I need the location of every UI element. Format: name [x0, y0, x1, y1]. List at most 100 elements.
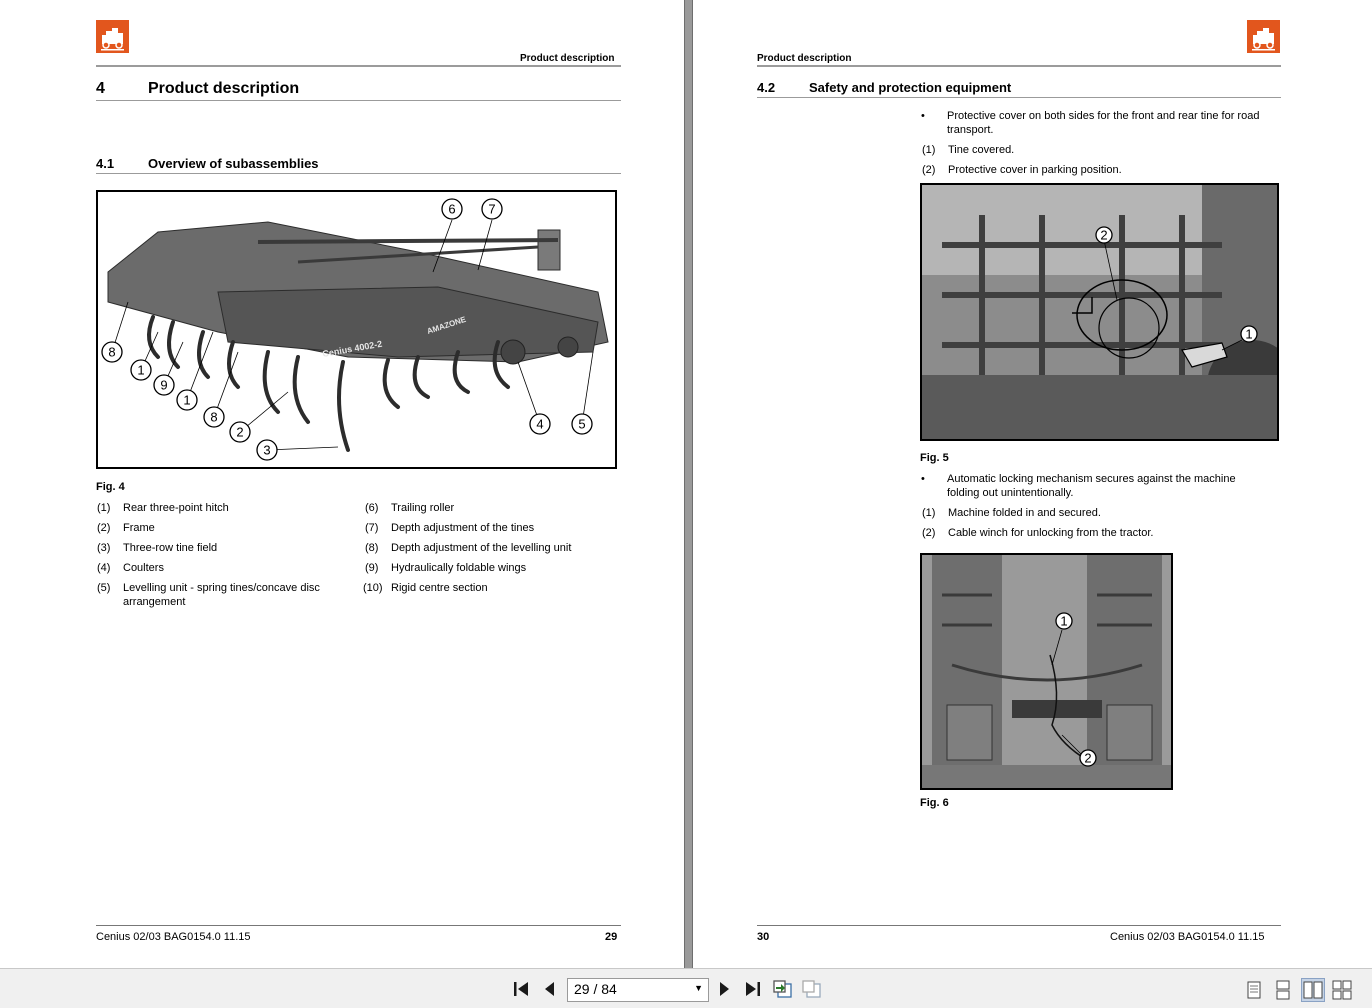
callout-9: 9: [153, 374, 175, 396]
callout-8: 8: [203, 406, 225, 428]
bullet-text: Protective cover on both sides for the f…: [947, 110, 1260, 136]
chevron-down-icon[interactable]: ▼: [694, 983, 703, 993]
callout-5: 5: [571, 413, 593, 435]
prev-page-icon[interactable]: [538, 977, 562, 1001]
page-gutter: [684, 0, 693, 968]
figure-5-caption: Fig. 5: [920, 452, 949, 464]
amazone-logo: [96, 20, 129, 53]
figure-4: Cenius 4002-2 AMAZONE 8 1 9 1 8 2 3 6 7 …: [96, 190, 617, 469]
callout-7: 7: [481, 198, 503, 220]
svg-text:1: 1: [1245, 327, 1252, 342]
bullet-text: Automatic locking mechanism secures agai…: [947, 473, 1236, 499]
single-page-view-icon[interactable]: [1242, 978, 1266, 1002]
svg-text:2: 2: [1084, 751, 1091, 766]
footer-doc-id: Cenius 02/03 BAG0154.0 11.15: [96, 931, 251, 943]
legend-text: Levelling unit - spring tines/concave di…: [123, 582, 320, 608]
svg-text:2: 2: [236, 425, 243, 440]
legend-number: (5): [97, 582, 111, 594]
svg-text:4: 4: [536, 417, 543, 432]
footer-page-number: 29: [605, 931, 618, 943]
figure-6: 12: [920, 553, 1173, 790]
page-number-input[interactable]: 29 / 84 ▼: [567, 978, 709, 1002]
page-29: Product description 4 Product descriptio…: [0, 0, 684, 968]
copy-disabled-icon[interactable]: [800, 977, 824, 1001]
legend-number: (2): [97, 522, 111, 534]
section-number: 4.2: [757, 80, 776, 95]
svg-text:8: 8: [108, 345, 115, 360]
next-page-icon[interactable]: [712, 977, 736, 1001]
legend-number: (8): [365, 542, 379, 554]
callout-1: 1: [176, 389, 198, 411]
figure-4-callouts: 8 1 9 1 8 2 3 6 7 4 5: [101, 198, 593, 461]
callout-2: 2: [1095, 226, 1113, 244]
chapter-number: 4: [96, 80, 105, 97]
amazone-logo: [1247, 20, 1280, 53]
svg-text:9: 9: [160, 378, 167, 393]
figure-5-callouts: 21: [1095, 226, 1258, 343]
callout-4: 4: [529, 413, 551, 435]
legend-text: Three-row tine field: [123, 542, 218, 554]
callout-1: 1: [130, 359, 152, 381]
footer-doc-id: Cenius 02/03 BAG0154.0 11.15: [1110, 931, 1265, 943]
legend-text: Depth adjustment of the tines: [391, 522, 535, 534]
callout-3: 3: [256, 439, 278, 461]
copy-icon[interactable]: [771, 977, 795, 1001]
legend-text: Trailing roller: [391, 502, 455, 514]
figure-4-caption: Fig. 4: [96, 481, 125, 493]
svg-text:6: 6: [448, 202, 455, 217]
section-title: Overview of subassemblies: [148, 156, 319, 171]
callout-8: 8: [101, 341, 123, 363]
section-rule: [757, 97, 1281, 98]
svg-text:2: 2: [1100, 228, 1107, 243]
svg-text:1: 1: [1060, 614, 1067, 629]
chapter-title: Product description: [148, 80, 300, 97]
legend-text: Depth adjustment of the levelling unit: [391, 542, 572, 554]
figure-5: 21: [920, 183, 1279, 441]
svg-text:1: 1: [183, 393, 190, 408]
legend-number: (3): [97, 542, 111, 554]
svg-text:5: 5: [578, 417, 585, 432]
legend-number: (9): [365, 562, 379, 574]
section-rule: [96, 173, 621, 174]
pdf-viewer: Product description 4 Product descriptio…: [0, 0, 1372, 1008]
callout-6: 6: [441, 198, 463, 220]
callout-1: 1: [1240, 325, 1258, 343]
legend-number: (7): [365, 522, 379, 534]
legend-number: (1): [97, 502, 111, 514]
svg-text:3: 3: [263, 443, 270, 458]
first-page-icon[interactable]: [509, 977, 533, 1001]
svg-text:1: 1: [137, 363, 144, 378]
figure-6-caption: Fig. 6: [920, 797, 949, 809]
footer-rule: [96, 925, 621, 926]
page-30: Product description 4.2 Safety and prote…: [693, 0, 1372, 968]
two-page-continuous-view-icon[interactable]: [1330, 978, 1354, 1002]
section-title: Safety and protection equipment: [809, 80, 1012, 95]
header-rule: [96, 65, 621, 67]
section-number: 4.1: [96, 156, 115, 171]
footer-page-number: 30: [757, 931, 770, 943]
chapter-rule: [96, 100, 621, 101]
footer-rule: [757, 925, 1281, 926]
legend-text: Hydraulically foldable wings: [391, 562, 527, 574]
legend-number: (4): [97, 562, 111, 574]
svg-text:7: 7: [488, 202, 495, 217]
figure-6-callouts: 12: [1055, 612, 1097, 767]
continuous-view-icon[interactable]: [1271, 978, 1295, 1002]
running-header: Product description: [520, 53, 615, 64]
legend-text: Coulters: [123, 562, 164, 574]
svg-text:8: 8: [210, 410, 217, 425]
header-rule: [757, 65, 1281, 67]
legend-number: (6): [365, 502, 379, 514]
legend-text: Rigid centre section: [391, 582, 488, 594]
legend-number: (10): [363, 582, 383, 594]
two-page-view-icon[interactable]: [1301, 978, 1325, 1002]
callout-2: 2: [1079, 749, 1097, 767]
legend-text: Rear three-point hitch: [123, 502, 229, 514]
page-indicator: 29 / 84: [574, 981, 617, 997]
callout-2: 2: [229, 421, 251, 443]
running-header: Product description: [757, 53, 852, 64]
legend-text: Frame: [123, 522, 155, 534]
last-page-icon[interactable]: [741, 977, 765, 1001]
pdf-toolbar: 29 / 84 ▼: [0, 968, 1372, 1008]
callout-1: 1: [1055, 612, 1073, 630]
